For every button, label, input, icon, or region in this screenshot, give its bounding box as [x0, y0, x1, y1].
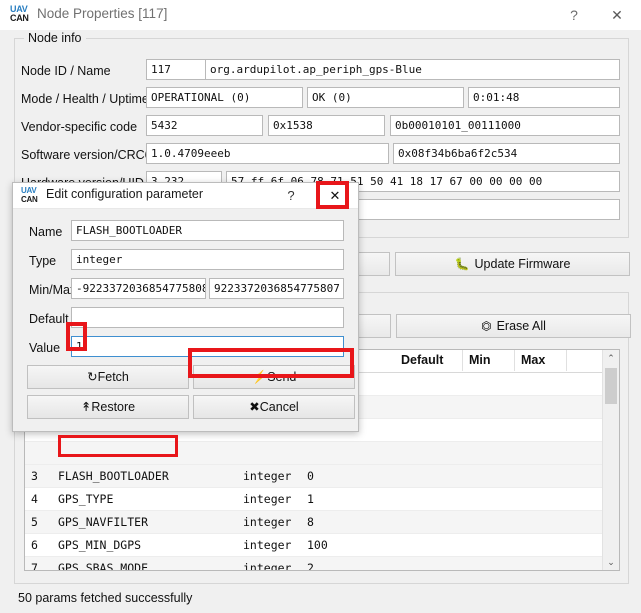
dialog-name-input[interactable]: FLASH_BOOTLOADER	[71, 220, 344, 241]
row-type: integer	[243, 557, 313, 571]
restore-button-label: Restore	[91, 400, 135, 414]
mode-health-uptime-label: Mode / Health / Uptime	[21, 92, 149, 106]
row-value: 2	[307, 557, 387, 571]
scroll-up-icon[interactable]: ⌃	[603, 350, 619, 366]
bug-icon: 🐛	[455, 257, 470, 271]
erase-all-button-label: Erase All	[497, 319, 546, 333]
node-info-group-title: Node info	[24, 31, 86, 45]
dialog-type-label: Type	[29, 254, 56, 268]
column-header-min[interactable]: Min	[463, 350, 515, 371]
vendor-code-dec-field[interactable]: 5432	[146, 115, 263, 136]
table-row[interactable]: 5 GPS_NAVFILTER integer 8	[25, 511, 619, 534]
dialog-type-input[interactable]: integer	[71, 249, 344, 270]
table-row[interactable]: 7 GPS_SBAS_MODE integer 2	[25, 557, 619, 571]
software-version-label: Software version/CRC64	[21, 148, 159, 162]
status-message: 50 params fetched successfully	[18, 591, 192, 605]
table-row[interactable]: 3 FLASH_BOOTLOADER integer 0	[25, 465, 619, 488]
node-properties-window: UAV CAN Node Properties [117] ? ✕ Node i…	[0, 0, 641, 613]
update-firmware-button[interactable]: 🐛 Update Firmware	[395, 252, 630, 276]
close-icon[interactable]: ✕	[603, 4, 631, 26]
table-scrollbar[interactable]: ⌃ ⌄	[602, 350, 619, 570]
uavcan-logo-icon: UAV CAN	[10, 5, 32, 25]
dialog-value-input[interactable]: 1	[71, 336, 344, 357]
dialog-help-icon[interactable]: ?	[281, 186, 301, 206]
window-title: Node Properties [117]	[37, 6, 167, 21]
column-header-max[interactable]: Max	[515, 350, 567, 371]
erase-all-button[interactable]: ⏣ Erase All	[396, 314, 631, 338]
row-type: integer	[243, 511, 313, 533]
row-type: integer	[243, 534, 313, 556]
dialog-body: Name FLASH_BOOTLOADER Type integer Min/M…	[13, 209, 358, 431]
vendor-code-label: Vendor-specific code	[21, 120, 137, 134]
help-icon[interactable]: ?	[562, 4, 586, 26]
dialog-value-label: Value	[29, 341, 60, 355]
send-button[interactable]: ⚡Send	[193, 365, 355, 389]
table-row[interactable]: 6 GPS_MIN_DGPS integer 100	[25, 534, 619, 557]
row-name: GPS_SBAS_MODE	[58, 557, 258, 571]
eraser-icon: ⏣	[481, 319, 491, 333]
node-name-field[interactable]: org.ardupilot.ap_periph_gps-Blue	[205, 59, 620, 80]
column-header-default[interactable]: Default	[395, 350, 463, 371]
mode-field[interactable]: OPERATIONAL (0)	[146, 87, 303, 108]
uptime-field[interactable]: 0:01:48	[468, 87, 620, 108]
row-type: integer	[243, 465, 313, 487]
row-value: 100	[307, 534, 387, 556]
fetch-button[interactable]: ↻Fetch	[27, 365, 189, 389]
scroll-down-icon[interactable]: ⌄	[603, 554, 619, 570]
edit-configuration-parameter-dialog: UAV CAN Edit configuration parameter ? ✕…	[12, 182, 359, 432]
row-name: GPS_NAVFILTER	[58, 511, 258, 533]
upload-icon: ↟	[81, 400, 91, 414]
crc64-field[interactable]: 0x08f34b6ba6f2c534	[393, 143, 620, 164]
row-name: GPS_TYPE	[58, 488, 258, 510]
row-name: FLASH_BOOTLOADER	[58, 465, 258, 487]
uavcan-logo-line2: CAN	[10, 14, 32, 23]
vendor-code-bin-field[interactable]: 0b00010101_00111000	[390, 115, 620, 136]
dialog-name-label: Name	[29, 225, 62, 239]
row-value: 8	[307, 511, 387, 533]
cancel-button[interactable]: ✖Cancel	[193, 395, 355, 419]
dialog-default-input[interactable]	[71, 307, 344, 328]
node-id-name-label: Node ID / Name	[21, 64, 111, 78]
update-firmware-button-label: Update Firmware	[475, 257, 571, 271]
health-field[interactable]: OK (0)	[307, 87, 464, 108]
fetch-button-label: Fetch	[98, 370, 129, 384]
dialog-uavcan-logo-icon: UAV CAN	[21, 187, 41, 205]
lightning-icon: ⚡	[252, 370, 268, 384]
row-type: integer	[243, 488, 313, 510]
software-version-field[interactable]: 1.0.4709eeeb	[146, 143, 389, 164]
scrollbar-thumb[interactable]	[605, 368, 617, 404]
row-name: GPS_MIN_DGPS	[58, 534, 258, 556]
row-value: 1	[307, 488, 387, 510]
table-row[interactable]: 4 GPS_TYPE integer 1	[25, 488, 619, 511]
table-row[interactable]	[25, 442, 619, 465]
dialog-title: Edit configuration parameter	[46, 187, 203, 201]
dialog-titlebar: UAV CAN Edit configuration parameter ? ✕	[13, 183, 358, 209]
dialog-minmax-label: Min/Max	[29, 283, 76, 297]
dialog-close-icon[interactable]: ✕	[321, 186, 349, 206]
vendor-code-hex-field[interactable]: 0x1538	[268, 115, 385, 136]
send-button-label: Send	[267, 370, 296, 384]
dialog-max-input[interactable]: 9223372036854775807	[209, 278, 344, 299]
dialog-logo-line2: CAN	[21, 196, 41, 205]
window-titlebar: UAV CAN Node Properties [117] ? ✕	[0, 0, 641, 31]
node-id-field[interactable]: 117	[146, 59, 206, 80]
x-icon: ✖	[249, 400, 259, 414]
refresh-icon: ↻	[87, 370, 97, 384]
restore-button[interactable]: ↟Restore	[27, 395, 189, 419]
dialog-default-label: Default	[29, 312, 69, 326]
dialog-min-input[interactable]: -9223372036854775808	[71, 278, 206, 299]
cancel-button-label: Cancel	[260, 400, 299, 414]
row-value: 0	[307, 465, 387, 487]
